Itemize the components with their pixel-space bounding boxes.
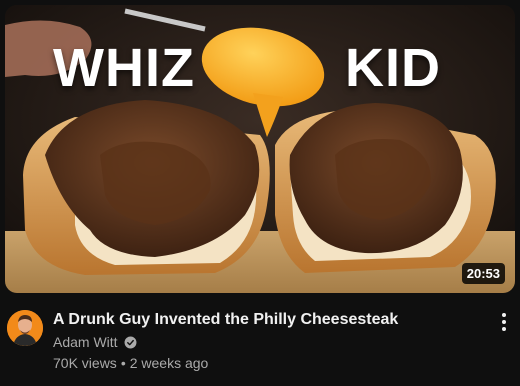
- video-title[interactable]: A Drunk Guy Invented the Philly Cheesest…: [53, 309, 473, 331]
- thumbnail-title-left: WHIZ: [53, 38, 195, 98]
- more-dot: [502, 313, 506, 317]
- video-stats: 70K views • 2 weeks ago: [53, 355, 208, 371]
- more-vertical-icon[interactable]: [494, 310, 514, 334]
- more-dot: [502, 320, 506, 324]
- video-card: WHIZ KID 20:53 A Drunk Guy Invented the …: [0, 0, 520, 386]
- verified-check-icon: [124, 336, 137, 348]
- channel-avatar[interactable]: [7, 310, 43, 346]
- duration-badge: 20:53: [461, 263, 505, 284]
- video-thumbnail[interactable]: WHIZ KID 20:53: [5, 5, 515, 293]
- channel-name[interactable]: Adam Witt: [53, 334, 118, 350]
- upload-age: 2 weeks ago: [129, 355, 209, 371]
- thumbnail-title-right: KID: [345, 38, 441, 98]
- video-meta: A Drunk Guy Invented the Philly Cheesest…: [0, 306, 520, 386]
- more-dot: [502, 327, 506, 331]
- stats-separator: •: [120, 355, 126, 371]
- avatar-image: [7, 310, 43, 346]
- view-count: 70K views: [53, 355, 117, 371]
- channel-name-row[interactable]: Adam Witt: [53, 334, 137, 350]
